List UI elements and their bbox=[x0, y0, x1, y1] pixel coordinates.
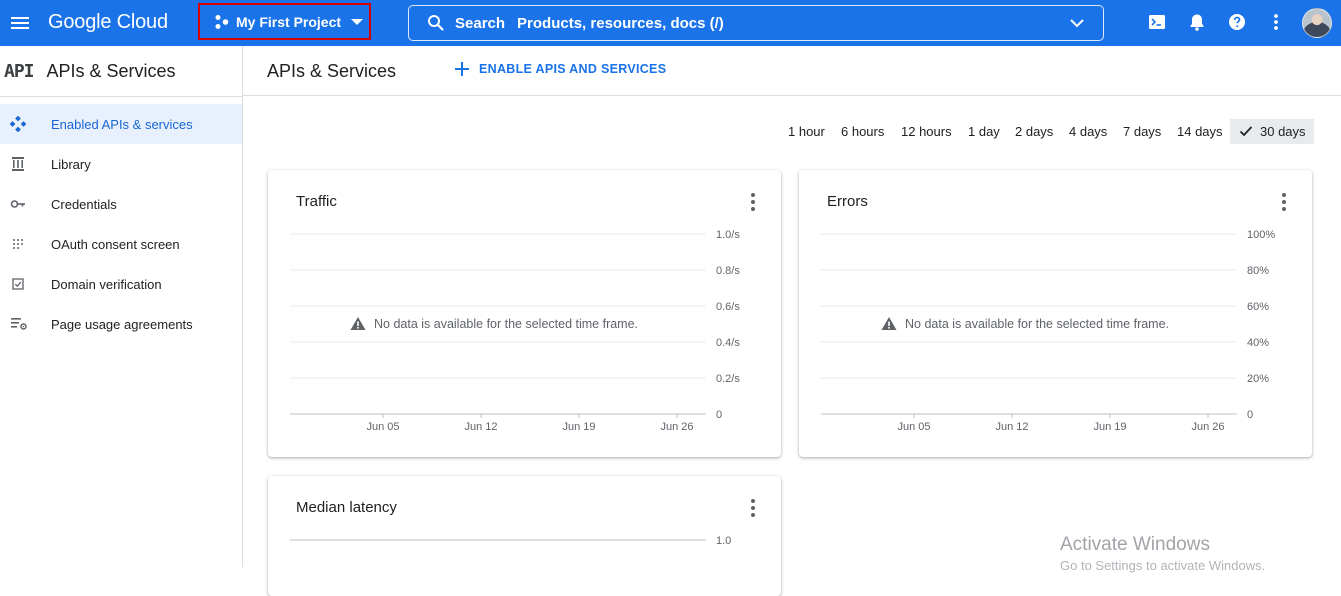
timeframe-option[interactable]: 12 hours bbox=[901, 119, 952, 144]
timeframe-option[interactable]: 7 days bbox=[1123, 119, 1161, 144]
sidebar-item-label: Domain verification bbox=[51, 276, 162, 292]
traffic-card: Traffic 1.0/s 0.8/s 0.6/s 0.4/s 0.2/s 0 Jun 05… bbox=[268, 170, 781, 457]
y-tick-label: 0.6/s bbox=[716, 301, 740, 313]
project-name: My First Project bbox=[236, 13, 342, 30]
sidebar-title: APIs & Services bbox=[46, 60, 176, 81]
sidebar-item-label: Library bbox=[51, 156, 91, 172]
api-badge-icon: API bbox=[4, 60, 34, 82]
page-title: APIs & Services bbox=[267, 61, 397, 81]
timeframe-option[interactable]: 14 days bbox=[1177, 119, 1223, 144]
x-tick-label: Jun 26 bbox=[660, 421, 693, 433]
timeframe-label: 7 days bbox=[1123, 124, 1162, 139]
chevron-down-icon[interactable] bbox=[1069, 15, 1085, 31]
timeframe-label: 12 hours bbox=[901, 124, 952, 139]
sidebar-item-enabled-apis[interactable]: Enabled APIs & services bbox=[0, 104, 242, 144]
search-input[interactable]: Products, resources, docs (/) bbox=[517, 15, 724, 32]
timeframe-label: 14 days bbox=[1177, 124, 1223, 139]
y-tick-label: 100% bbox=[1247, 229, 1275, 241]
sidebar: API APIs & Services Enabled APIs & servi… bbox=[0, 46, 243, 567]
traffic-chart: 1.0/s 0.8/s 0.6/s 0.4/s 0.2/s 0 Jun 05 Jun 12 Ju… bbox=[290, 229, 740, 433]
avatar[interactable] bbox=[1302, 8, 1332, 38]
timeframe-label: 1 hour bbox=[788, 124, 825, 139]
notifications-icon[interactable] bbox=[1187, 12, 1209, 34]
search-bar[interactable]: Search Products, resources, docs (/) bbox=[408, 5, 1104, 41]
cloud-shell-icon[interactable] bbox=[1147, 12, 1169, 34]
timeframe-label: 6 hours bbox=[841, 124, 885, 139]
x-tick-label: Jun 05 bbox=[897, 421, 930, 433]
plus-icon bbox=[454, 61, 470, 77]
timeframe-label: 1 day bbox=[968, 124, 1000, 139]
y-tick-label: 0.4/s bbox=[716, 337, 740, 349]
key-icon bbox=[10, 196, 26, 212]
sidebar-item-label: Credentials bbox=[51, 196, 117, 212]
list-settings-icon bbox=[10, 316, 27, 332]
search-label: Search bbox=[455, 14, 506, 32]
sidebar-item-oauth-consent[interactable]: OAuth consent screen bbox=[0, 224, 242, 264]
project-picker[interactable]: My First Project bbox=[198, 3, 371, 40]
errors-card: Errors 100% 80% 60% 40% 20% 0 Jun 05 Jun 12 Jun … bbox=[799, 170, 1312, 457]
google-cloud-logo[interactable]: Google Cloud bbox=[48, 11, 168, 34]
y-tick-label: 40% bbox=[1247, 337, 1269, 349]
activate-windows-subtitle: Go to Settings to activate Windows. bbox=[1060, 558, 1266, 573]
y-tick-label: 0.8/s bbox=[716, 265, 740, 277]
timeframe-label: 4 days bbox=[1069, 124, 1108, 139]
timeframe-option[interactable]: 1 hour bbox=[788, 119, 825, 144]
warning-icon bbox=[350, 317, 366, 330]
sidebar-item-label: Page usage agreements bbox=[51, 316, 193, 332]
x-tick-label: Jun 12 bbox=[464, 421, 497, 433]
x-tick-label: Jun 05 bbox=[366, 421, 399, 433]
enable-apis-label: ENABLE APIS AND SERVICES bbox=[479, 62, 667, 76]
main-header: APIs & Services ENABLE APIS AND SERVICES bbox=[243, 46, 1341, 96]
latency-chart: 1.0 bbox=[290, 535, 731, 547]
sidebar-item-library[interactable]: Library bbox=[0, 144, 242, 184]
warning-icon bbox=[881, 317, 897, 330]
timeframe-label: 30 days bbox=[1260, 124, 1306, 139]
sidebar-item-domain-verification[interactable]: Domain verification bbox=[0, 264, 242, 304]
help-icon[interactable] bbox=[1227, 12, 1249, 34]
y-tick-label: 0 bbox=[716, 409, 722, 421]
no-data-message: No data is available for the selected ti… bbox=[905, 317, 1169, 331]
x-tick-label: Jun 26 bbox=[1191, 421, 1224, 433]
x-tick-label: Jun 19 bbox=[562, 421, 595, 433]
diamond-nodes-icon bbox=[9, 115, 27, 133]
x-tick-label: Jun 12 bbox=[995, 421, 1028, 433]
y-tick-label: 80% bbox=[1247, 265, 1269, 277]
sidebar-item-label: OAuth consent screen bbox=[51, 236, 180, 252]
sidebar-header: API APIs & Services bbox=[0, 46, 242, 96]
sidebar-item-label: Enabled APIs & services bbox=[51, 116, 193, 132]
x-tick-label: Jun 19 bbox=[1093, 421, 1126, 433]
project-icon bbox=[214, 14, 230, 30]
y-tick-label: 0.2/s bbox=[716, 373, 740, 385]
top-bar: Google Cloud My First Project Search Pro… bbox=[0, 0, 1341, 46]
y-tick-label: 20% bbox=[1247, 373, 1269, 385]
y-tick-label: 60% bbox=[1247, 301, 1269, 313]
timeframe-option[interactable]: 6 hours bbox=[841, 119, 884, 144]
y-tick-label: 1.0 bbox=[716, 535, 731, 547]
menu-icon[interactable] bbox=[8, 11, 32, 35]
library-icon bbox=[10, 156, 26, 172]
dotted-grid-icon bbox=[10, 236, 26, 252]
timeframe-option-selected[interactable]: 30 days bbox=[1230, 119, 1314, 144]
timeframe-option[interactable]: 1 day bbox=[968, 119, 1000, 144]
check-icon bbox=[1239, 126, 1253, 137]
errors-chart: 100% 80% 60% 40% 20% 0 Jun 05 Jun 12 Jun 19 Jun 2… bbox=[821, 229, 1275, 433]
sidebar-nav: Enabled APIs & services Library Credenti… bbox=[0, 97, 242, 344]
timeframe-label: 2 days bbox=[1015, 124, 1054, 139]
more-options-icon[interactable] bbox=[1266, 12, 1288, 34]
search-icon bbox=[427, 14, 445, 32]
timeframe-option[interactable]: 2 days bbox=[1015, 119, 1053, 144]
timeframe-option[interactable]: 4 days bbox=[1069, 119, 1107, 144]
sidebar-item-credentials[interactable]: Credentials bbox=[0, 184, 242, 224]
no-data-message: No data is available for the selected ti… bbox=[374, 317, 638, 331]
sidebar-item-page-usage[interactable]: Page usage agreements bbox=[0, 304, 242, 344]
caret-down-icon bbox=[351, 18, 364, 25]
y-tick-label: 1.0/s bbox=[716, 229, 740, 241]
enable-apis-button[interactable]: ENABLE APIS AND SERVICES bbox=[454, 61, 666, 77]
latency-card: Median latency 1.0 bbox=[268, 476, 781, 596]
checkbox-icon bbox=[10, 276, 26, 292]
activate-windows-watermark: Activate Windows bbox=[1060, 534, 1210, 555]
y-tick-label: 0 bbox=[1247, 409, 1253, 421]
